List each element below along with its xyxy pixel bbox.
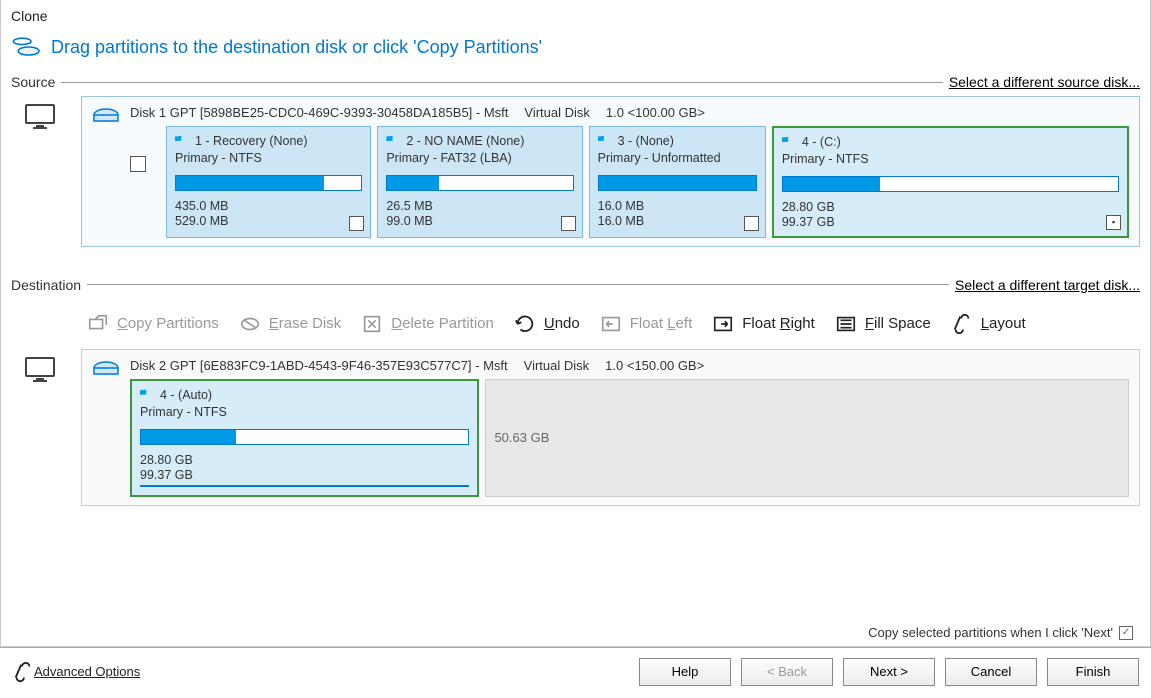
undo-icon	[514, 313, 536, 335]
copy-partitions-icon	[87, 313, 109, 335]
erase-disk-button[interactable]: Erase Disk	[239, 313, 342, 335]
source-disk-virtual: Virtual Disk	[524, 105, 590, 120]
destination-partition-1[interactable]: 4 - (Auto) Primary - NTFS 28.80 GB99.37 …	[130, 379, 479, 497]
monitor-icon	[24, 355, 58, 383]
select-target-disk-link[interactable]: Select a different target disk...	[955, 277, 1140, 293]
layout-icon	[951, 313, 973, 335]
back-button[interactable]: < Back	[741, 658, 833, 686]
float-right-icon	[712, 313, 734, 335]
windows-icon	[598, 134, 612, 148]
disk-icon	[92, 358, 120, 380]
float-left-button[interactable]: Float Left	[600, 313, 693, 335]
page-title: Clone	[11, 8, 1140, 24]
destination-label: Destination	[11, 277, 81, 293]
copy-on-next-hint: Copy selected partitions when I click 'N…	[868, 625, 1133, 640]
destination-toolbar: Copy Partitions Erase Disk Delete Partit…	[81, 299, 1140, 349]
source-partition-2[interactable]: 2 - NO NAME (None) Primary - FAT32 (LBA)…	[377, 126, 582, 238]
copy-partitions-button[interactable]: Copy Partitions	[87, 313, 219, 335]
destination-disk-virtual: Virtual Disk	[524, 358, 590, 373]
windows-icon	[140, 388, 154, 402]
delete-partition-button[interactable]: Delete Partition	[361, 313, 494, 335]
destination-free-space[interactable]: 50.63 GB	[485, 379, 1129, 497]
delete-partition-icon	[361, 313, 383, 335]
source-disk-box: Disk 1 GPT [5898BE25-CDC0-469C-9393-3045…	[81, 96, 1140, 247]
fill-space-icon	[835, 313, 857, 335]
destination-disk-box: Disk 2 GPT [6E883FC9-1ABD-4543-9F46-357E…	[81, 349, 1140, 506]
select-source-disk-link[interactable]: Select a different source disk...	[949, 74, 1140, 90]
destination-disk-slot: 1.0 <150.00 GB>	[605, 358, 704, 373]
wrench-icon	[12, 661, 34, 683]
windows-icon	[782, 135, 796, 149]
advanced-options-link[interactable]: Advanced Options	[34, 664, 140, 679]
source-label: Source	[11, 74, 55, 90]
monitor-icon	[24, 102, 58, 130]
source-partition-1[interactable]: 1 - Recovery (None) Primary - NTFS 435.0…	[166, 126, 371, 238]
finish-button[interactable]: Finish	[1047, 658, 1139, 686]
undo-button[interactable]: Undo	[514, 313, 580, 335]
float-left-icon	[600, 313, 622, 335]
cancel-button[interactable]: Cancel	[945, 658, 1037, 686]
copy-on-next-checkbox[interactable]: ✓	[1119, 626, 1133, 640]
destination-disk-meta: Disk 2 GPT [6E883FC9-1ABD-4543-9F46-357E…	[130, 358, 508, 373]
erase-disk-icon	[239, 313, 261, 335]
windows-icon	[386, 134, 400, 148]
disk-icon	[92, 105, 120, 127]
partition-3-checkbox[interactable]	[744, 216, 759, 231]
select-all-checkbox[interactable]	[130, 156, 146, 172]
partition-1-checkbox[interactable]	[349, 216, 364, 231]
help-button[interactable]: Help	[639, 658, 731, 686]
layout-button[interactable]: Layout	[951, 313, 1026, 335]
next-button[interactable]: Next >	[843, 658, 935, 686]
intro-text: Drag partitions to the destination disk …	[51, 37, 542, 58]
source-disk-slot: 1.0 <100.00 GB>	[606, 105, 705, 120]
source-partition-4[interactable]: 4 - (C:) Primary - NTFS 28.80 GB99.37 GB…	[772, 126, 1129, 238]
partition-4-checkbox[interactable]: ▪	[1106, 215, 1121, 230]
drives-icon	[11, 34, 43, 60]
windows-icon	[175, 134, 189, 148]
source-partition-3[interactable]: 3 - (None) Primary - Unformatted 16.0 MB…	[589, 126, 766, 238]
source-disk-meta: Disk 1 GPT [5898BE25-CDC0-469C-9393-3045…	[130, 105, 508, 120]
float-right-button[interactable]: Float Right	[712, 313, 815, 335]
partition-2-checkbox[interactable]	[561, 216, 576, 231]
fill-space-button[interactable]: Fill Space	[835, 313, 931, 335]
